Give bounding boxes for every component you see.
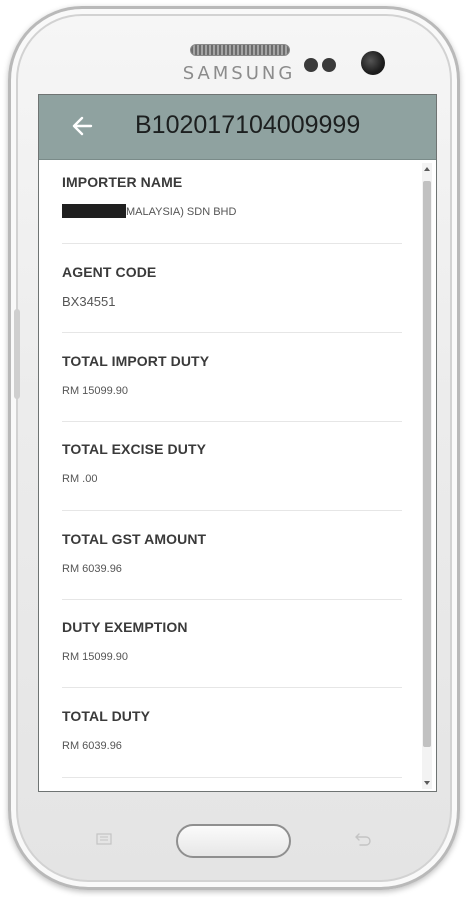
field-label: DUTY EXEMPTION — [62, 619, 188, 635]
field-label: AGENT CODE — [62, 264, 157, 280]
earpiece-speaker — [190, 44, 290, 56]
field-total-duty: TOTAL DUTY RM 6039.96 — [62, 708, 402, 752]
volume-key[interactable] — [14, 309, 20, 399]
field-total-gst-amount: TOTAL GST AMOUNT RM 6039.96 — [62, 531, 402, 575]
field-label: TOTAL DUTY — [62, 708, 151, 724]
field-value: BX34551 — [62, 294, 116, 309]
screen: B102017104009999 IMPORTER NAME MALAYSIA)… — [38, 94, 437, 792]
proximity-sensor — [304, 58, 318, 72]
field-agent-code: AGENT CODE BX34551 — [62, 264, 402, 309]
field-value: RM 15099.90 — [62, 385, 129, 397]
back-key-icon[interactable] — [353, 831, 373, 847]
field-value: RM 6039.96 — [62, 563, 122, 575]
scroll-down-arrow-icon[interactable] — [424, 781, 430, 785]
field-value: RM 15099.90 — [62, 651, 129, 663]
field-total-import-duty: TOTAL IMPORT DUTY RM 15099.90 — [62, 353, 402, 397]
field-value: RM 6039.96 — [62, 740, 122, 752]
detail-list: IMPORTER NAME MALAYSIA) SDN BHD AGENT CO… — [39, 160, 419, 791]
home-button[interactable] — [176, 824, 291, 858]
divider — [62, 510, 402, 511]
divider — [62, 599, 402, 600]
field-value: RM .00 — [62, 473, 98, 485]
scroll-thumb[interactable] — [423, 181, 431, 747]
brand-logo: SAMSUNG — [182, 63, 296, 84]
arrow-left-icon[interactable] — [69, 111, 95, 141]
redaction-block — [62, 204, 126, 218]
divider — [62, 777, 402, 778]
stage: SAMSUNG B102017104009999 IMPORTER NAME M… — [0, 0, 469, 897]
vertical-scrollbar[interactable] — [422, 163, 432, 789]
field-importer-name: IMPORTER NAME MALAYSIA) SDN BHD — [62, 174, 402, 218]
importer-name-text: MALAYSIA) SDN BHD — [126, 206, 237, 218]
divider — [62, 687, 402, 688]
field-total-excise-duty: TOTAL EXCISE DUTY RM .00 — [62, 441, 402, 485]
divider — [62, 243, 402, 244]
field-label: TOTAL GST AMOUNT — [62, 531, 207, 547]
field-duty-exemption: DUTY EXEMPTION RM 15099.90 — [62, 619, 402, 663]
field-value: MALAYSIA) SDN BHD — [62, 204, 402, 218]
scroll-up-arrow-icon[interactable] — [424, 167, 430, 171]
app-bar: B102017104009999 — [39, 95, 436, 160]
page-title: B102017104009999 — [135, 111, 361, 139]
field-label: IMPORTER NAME — [62, 174, 183, 190]
divider — [62, 421, 402, 422]
menu-key-icon[interactable] — [96, 833, 112, 845]
light-sensor — [322, 58, 336, 72]
field-label: TOTAL IMPORT DUTY — [62, 353, 210, 369]
divider — [62, 332, 402, 333]
field-label: TOTAL EXCISE DUTY — [62, 441, 207, 457]
front-camera — [361, 51, 385, 75]
